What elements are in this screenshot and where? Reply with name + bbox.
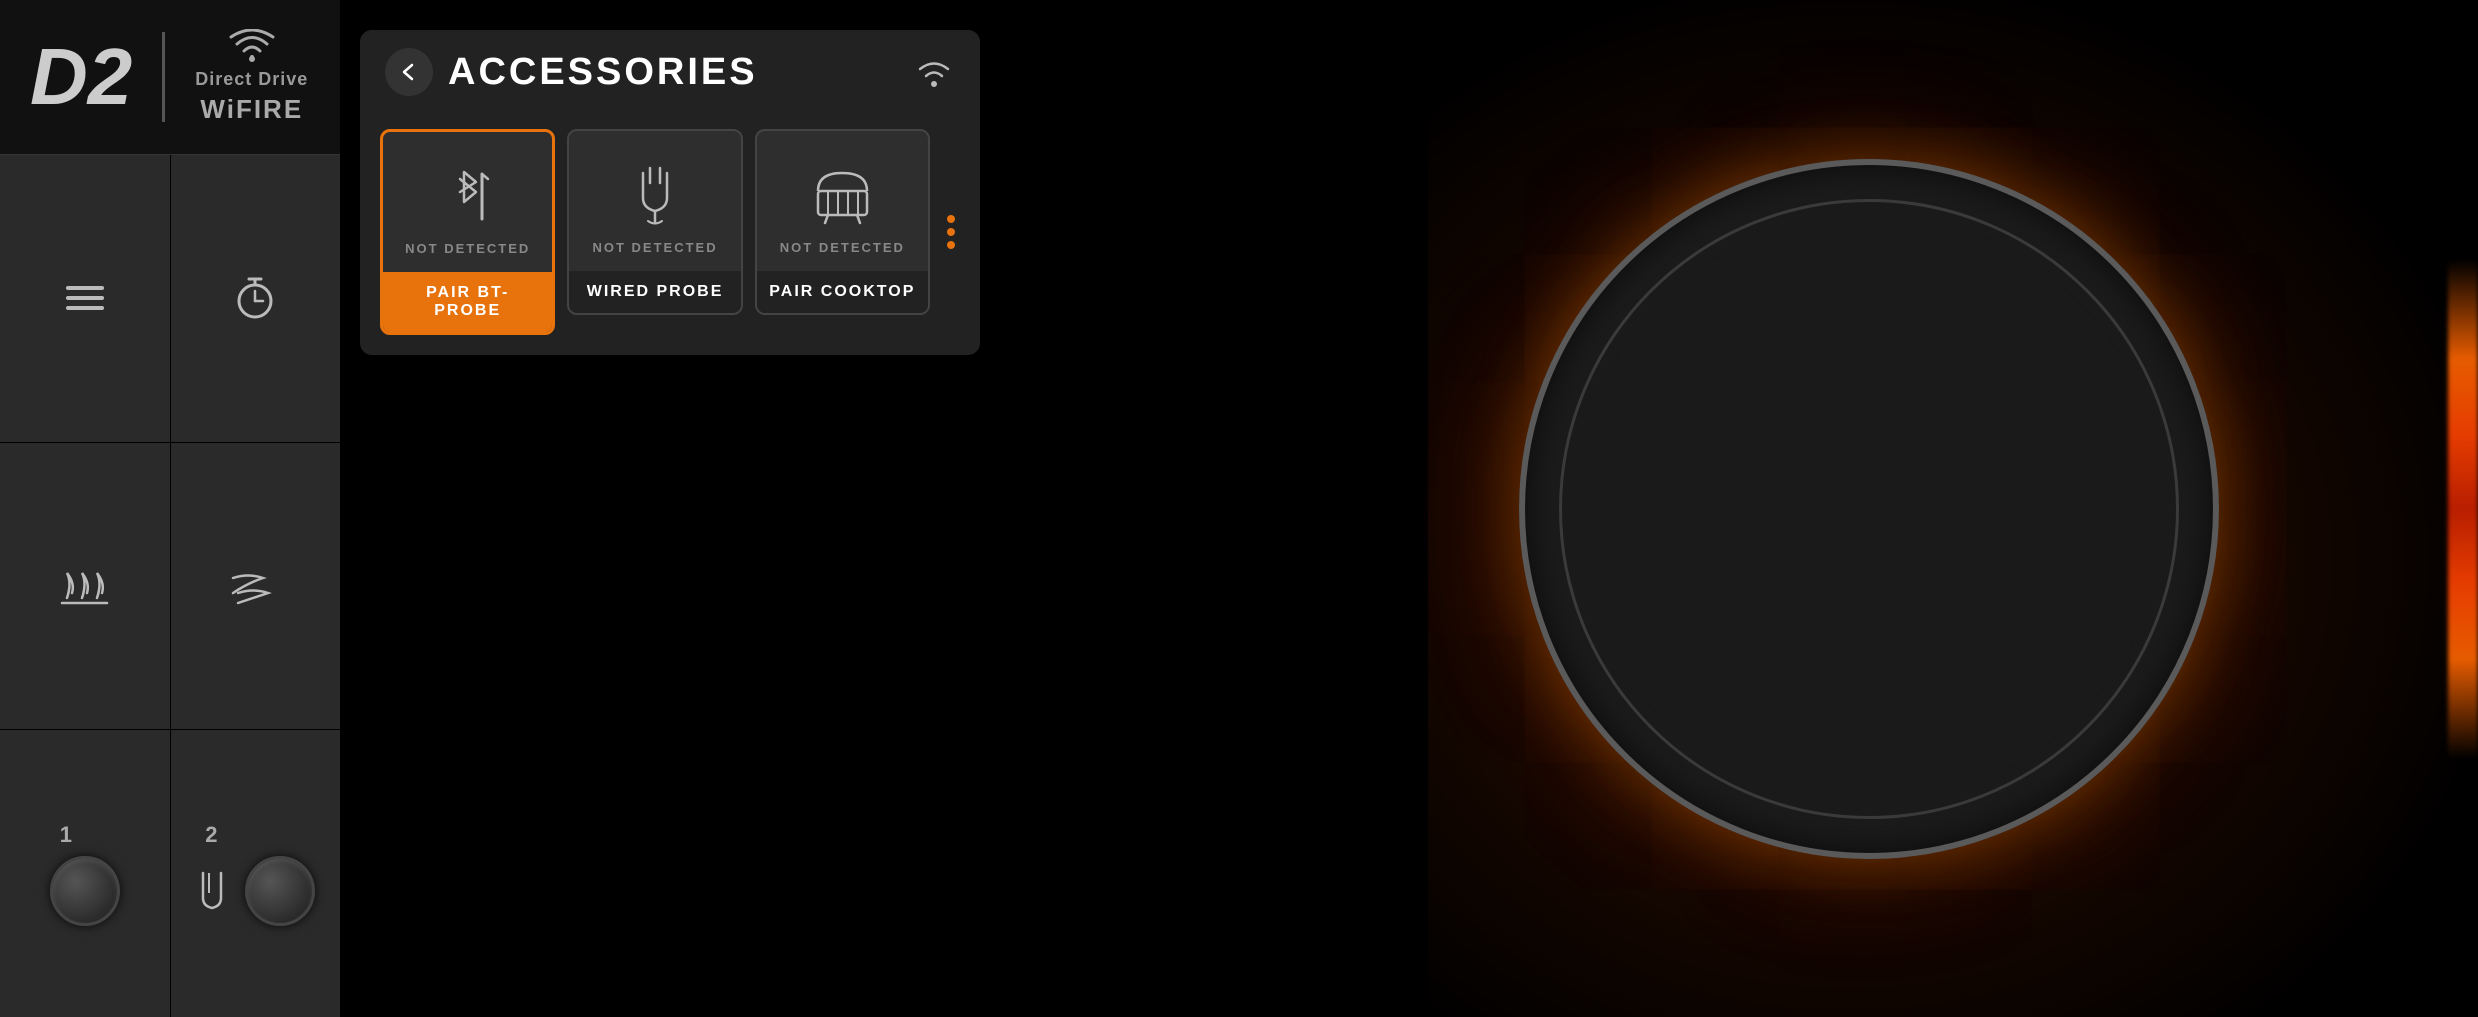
wired-probe-label: WIRED PROBE	[569, 271, 740, 313]
knob-2-container: 2	[195, 822, 315, 926]
flame-accent	[2448, 259, 2478, 759]
dot-2	[947, 228, 955, 236]
bt-probe-icon	[440, 164, 495, 229]
logo-d2-text: D2	[30, 37, 132, 117]
knob-1[interactable]	[50, 856, 120, 926]
timer-button[interactable]	[171, 155, 341, 442]
pair-bt-probe-icon-area: NOT DETECTED	[383, 132, 552, 272]
back-button[interactable]	[385, 48, 433, 96]
heat-icon	[57, 563, 112, 608]
pair-cooktop-label: PAIR COOKTOP	[757, 271, 928, 313]
back-arrow-icon	[398, 61, 420, 83]
cooktop-icon	[810, 163, 875, 228]
dot-3	[947, 241, 955, 249]
pair-bt-probe-label: PAIR BT-PROBE	[383, 272, 552, 332]
knob-1-cell[interactable]: 1	[0, 730, 170, 1017]
wired-probe-card[interactable]: NOT DETECTED WIRED PROBE	[567, 129, 742, 315]
knob-1-label: 1	[60, 822, 72, 848]
fan-button[interactable]	[171, 443, 341, 730]
logo-area: D2 Direct Drive WiFIRE	[0, 0, 340, 155]
logo-divider	[162, 32, 165, 122]
wired-probe-status: NOT DETECTED	[592, 240, 717, 255]
logo-d2: D2 Direct Drive WiFIRE	[30, 29, 308, 125]
wifi-logo-icon	[228, 29, 276, 65]
menu-button[interactable]	[0, 155, 170, 442]
wifi-header-icon	[913, 56, 955, 88]
timer-icon	[230, 273, 280, 323]
dial-inner-ring	[1559, 199, 2179, 819]
fan-icon	[228, 563, 283, 608]
header-left: ACCESSORIES	[385, 48, 758, 96]
knob-2-label: 2	[205, 822, 217, 848]
wired-probe-icon-area: NOT DETECTED	[569, 131, 740, 271]
knob-1-container: 1	[50, 822, 120, 926]
probe-icon	[195, 868, 230, 913]
right-panel	[1428, 0, 2478, 1017]
knob-2-cell[interactable]: 2	[171, 730, 341, 1017]
accessories-header: ACCESSORIES	[360, 30, 980, 114]
dot-1	[947, 215, 955, 223]
heat-button[interactable]	[0, 443, 170, 730]
logo-wifire-area: Direct Drive WiFIRE	[195, 29, 308, 125]
main-content: ACCESSORIES	[340, 0, 1428, 1017]
more-options-dots[interactable]	[942, 205, 960, 259]
wifire-text: WiFIRE	[200, 94, 303, 125]
knob-2[interactable]	[245, 856, 315, 926]
wired-probe-icon	[628, 163, 683, 228]
accessories-cards: NOT DETECTED PAIR BT-PROBE NO	[360, 114, 980, 355]
control-grid: 1 2	[0, 155, 340, 1017]
accessories-panel: ACCESSORIES	[360, 30, 980, 355]
pair-bt-probe-status: NOT DETECTED	[405, 241, 530, 256]
pair-cooktop-icon-area: NOT DETECTED	[757, 131, 928, 271]
pair-cooktop-status: NOT DETECTED	[780, 240, 905, 255]
menu-icon	[60, 278, 110, 318]
pair-cooktop-card[interactable]: NOT DETECTED PAIR COOKTOP	[755, 129, 930, 315]
direct-drive-text: Direct Drive	[195, 69, 308, 90]
accessories-title: ACCESSORIES	[448, 51, 758, 94]
left-panel: D2 Direct Drive WiFIRE	[0, 0, 340, 1017]
pair-bt-probe-card[interactable]: NOT DETECTED PAIR BT-PROBE	[380, 129, 555, 335]
